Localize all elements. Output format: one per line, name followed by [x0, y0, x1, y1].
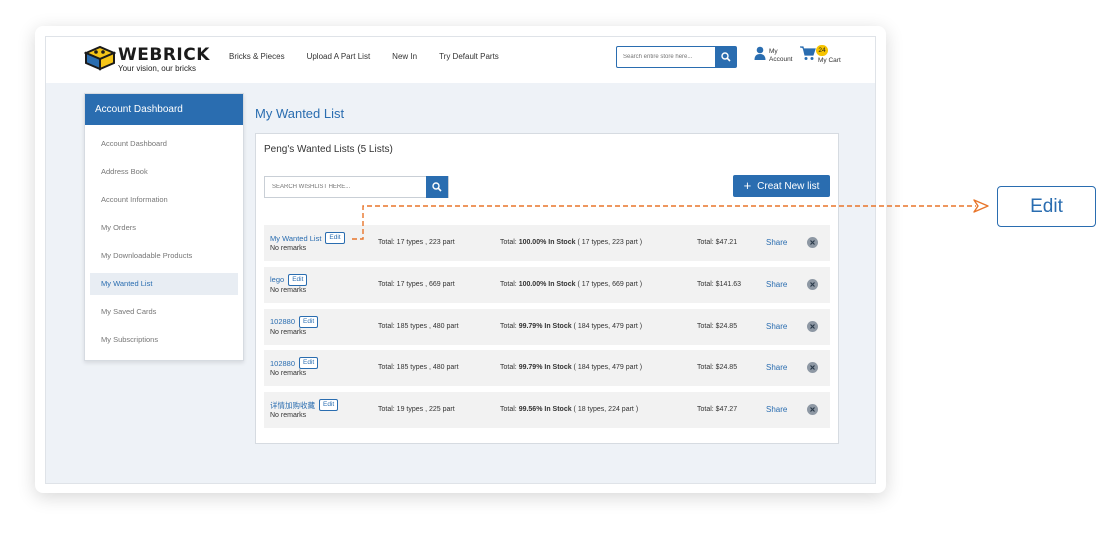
callout-connector — [352, 199, 989, 240]
edit-callout: Edit — [997, 186, 1096, 227]
